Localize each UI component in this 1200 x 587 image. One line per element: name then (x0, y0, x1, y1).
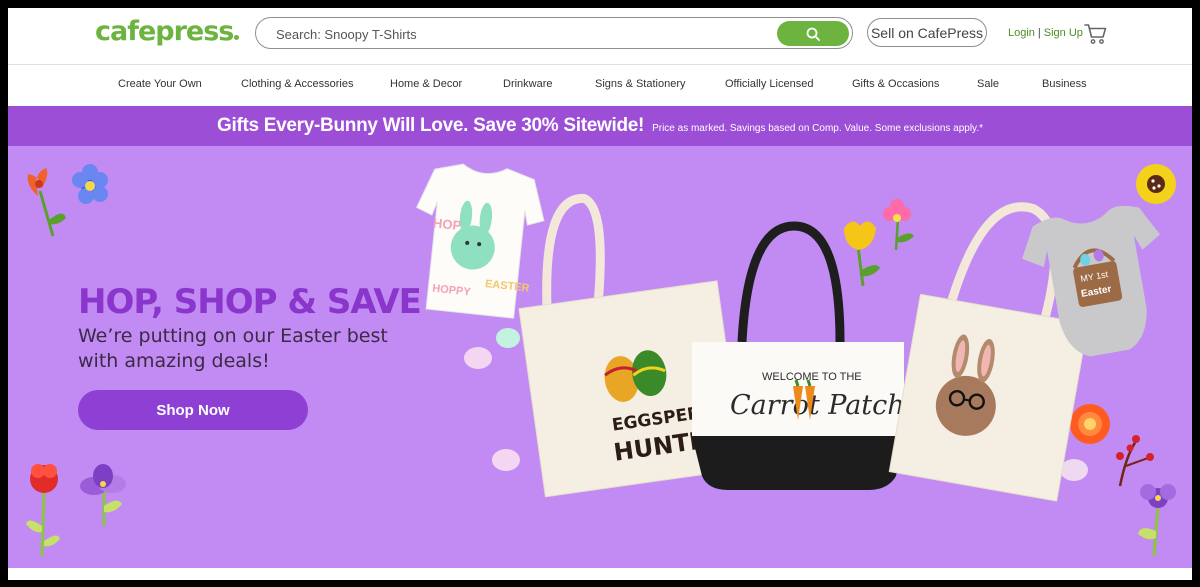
promo-fine-print: Price as marked. Savings based on Comp. … (652, 122, 983, 134)
page-frame: cafepress Sell on CafePress Login|Sign U… (8, 8, 1192, 580)
tote-center-text-1: WELCOME TO THE (762, 371, 862, 383)
cart-icon[interactable] (1084, 23, 1108, 45)
nav-item-sale[interactable]: Sale (977, 78, 999, 90)
nav-item-gifts-occasions[interactable]: Gifts & Occasions (852, 78, 939, 90)
flower-pink-icon (883, 199, 914, 251)
promo-headline: Gifts Every-Bunny Will Love. Save 30% Si… (216, 115, 645, 136)
sell-on-cafepress-button[interactable]: Sell on CafePress (867, 18, 987, 47)
auth-separator: | (1037, 27, 1041, 39)
easter-tshirt-image: HOP EASTER HOPPY (415, 163, 545, 319)
hero-banner[interactable]: HOP EASTER HOPPY EGGSPERT HUNTER WELCOME… (8, 146, 1192, 568)
flower-purple-icon (80, 464, 126, 526)
svg-text:HOP: HOP (432, 215, 462, 233)
easter-egg-icon (464, 347, 492, 369)
nav-item-home-decor[interactable]: Home & Decor (390, 78, 462, 90)
hero-subtitle: We’re putting on our Easter best with am… (78, 325, 388, 372)
search-icon (806, 27, 820, 41)
auth-links: Login | Sign Up (1008, 27, 1083, 39)
easter-egg-icon (496, 328, 520, 348)
flower-purple-right-icon (1138, 484, 1176, 557)
search-button[interactable] (777, 21, 849, 46)
flower-red-icon (26, 464, 60, 557)
easter-egg-icon (1060, 459, 1088, 481)
bottom-strip (8, 568, 1192, 580)
cafepress-logo[interactable]: cafepress (95, 16, 240, 47)
nav-item-business[interactable]: Business (1042, 78, 1087, 90)
logo-text: cafepress (95, 16, 234, 47)
signup-link[interactable]: Sign Up (1044, 27, 1083, 39)
berry-branch-icon (1116, 435, 1154, 487)
category-nav: Create Your Own Clothing & Accessories H… (8, 65, 1192, 106)
flower-blue-icon (72, 164, 108, 204)
site-header: cafepress Sell on CafePress Login|Sign U… (8, 8, 1192, 64)
promo-banner[interactable]: Gifts Every-Bunny Will Love. Save 30% Si… (8, 106, 1192, 146)
search-input[interactable] (276, 24, 756, 44)
flower-orange-right-icon (1070, 404, 1110, 444)
nav-item-officially-licensed[interactable]: Officially Licensed (725, 78, 813, 90)
tote-center-text-2: Carrot Patch (730, 390, 905, 421)
nav-item-create-your-own[interactable]: Create Your Own (118, 78, 202, 90)
easter-egg-icon (492, 449, 520, 471)
nav-item-signs-stationery[interactable]: Signs & Stationery (595, 78, 686, 90)
nav-item-clothing-accessories[interactable]: Clothing & Accessories (241, 78, 354, 90)
nav-item-drinkware[interactable]: Drinkware (503, 78, 553, 90)
shop-now-button[interactable]: Shop Now (78, 390, 308, 430)
flower-daisy-icon (1136, 164, 1176, 204)
login-link[interactable]: Login (1008, 27, 1035, 39)
logo-dot (234, 35, 240, 40)
flower-orange-icon (27, 168, 66, 237)
flower-yellow-icon (844, 221, 880, 287)
hero-title: HOP, SHOP & SAVE (78, 282, 422, 322)
search-bar (255, 17, 853, 49)
